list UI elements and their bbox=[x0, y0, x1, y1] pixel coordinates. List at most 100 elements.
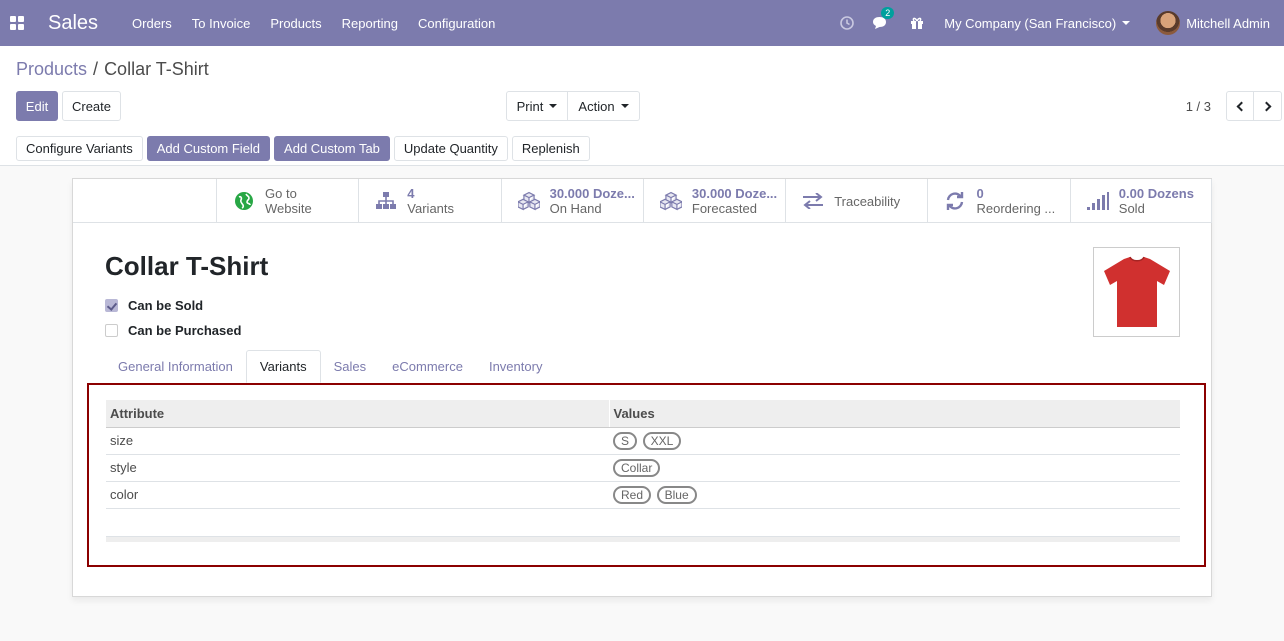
menu-orders[interactable]: Orders bbox=[132, 16, 172, 31]
form-header-buttons: Configure Variants Add Custom Field Add … bbox=[16, 136, 590, 161]
print-action-group: Print Action bbox=[506, 91, 640, 121]
menu-products[interactable]: Products bbox=[270, 16, 321, 31]
form-tabs: General Information Variants Sales eComm… bbox=[105, 350, 555, 383]
tshirt-image bbox=[1103, 256, 1170, 327]
exchange-icon bbox=[802, 190, 824, 212]
sold-value: 0.00 Dozens bbox=[1118, 186, 1194, 201]
table-row[interactable]: style Collar bbox=[106, 453, 1180, 481]
chevron-right-icon bbox=[1261, 101, 1271, 111]
action-dropdown-button[interactable]: Action bbox=[568, 91, 640, 121]
value-tag: Collar bbox=[613, 458, 661, 477]
menu-configuration[interactable]: Configuration bbox=[418, 16, 495, 31]
value-tag: XXL bbox=[642, 431, 682, 450]
value-tag: Blue bbox=[656, 485, 697, 504]
empty-cell bbox=[106, 507, 609, 535]
table-row[interactable]: size S XXL bbox=[106, 426, 1180, 454]
pager-value[interactable]: 1 / 3 bbox=[1186, 99, 1211, 114]
on-hand-smart-button[interactable]: 30.000 Doze... On Hand bbox=[500, 179, 643, 223]
gift-icon[interactable] bbox=[910, 16, 924, 30]
tab-variants[interactable]: Variants bbox=[245, 350, 321, 383]
table-footer bbox=[106, 536, 1180, 542]
chevron-down-icon bbox=[549, 104, 558, 108]
reordering-smart-button[interactable]: 0 Reordering ... bbox=[927, 179, 1069, 223]
tab-general-information[interactable]: General Information bbox=[105, 350, 246, 383]
product-checkboxes: Can be Sold Can be Purchased bbox=[105, 293, 241, 343]
app-name[interactable]: Sales bbox=[48, 12, 98, 35]
product-image[interactable] bbox=[1093, 247, 1180, 337]
activity-clock-icon[interactable] bbox=[840, 16, 855, 30]
attribute-cell: size bbox=[106, 426, 609, 454]
print-label: Print bbox=[516, 98, 544, 114]
traceability-smart-button[interactable]: Traceability bbox=[785, 179, 927, 223]
table-row[interactable]: color Red Blue bbox=[106, 480, 1180, 508]
menu-to-invoice[interactable]: To Invoice bbox=[192, 16, 251, 31]
values-cell: Collar bbox=[609, 453, 1180, 481]
attribute-column-header[interactable]: Attribute bbox=[106, 400, 609, 428]
sold-smart-button[interactable]: 0.00 Dozens Sold bbox=[1069, 179, 1213, 223]
globe-icon bbox=[233, 190, 255, 212]
tab-ecommerce[interactable]: eCommerce bbox=[379, 350, 476, 383]
forecasted-label: Forecasted bbox=[691, 201, 757, 216]
pager-previous-button[interactable] bbox=[1226, 91, 1254, 121]
refresh-icon bbox=[944, 190, 966, 212]
attribute-cell: style bbox=[106, 453, 609, 481]
empty-cell bbox=[609, 507, 1180, 535]
product-name: Collar T-Shirt bbox=[105, 251, 269, 281]
variants-tab-panel: Attribute Values size S XXL style Collar bbox=[87, 383, 1206, 567]
website-value: Go to bbox=[265, 186, 297, 201]
on-hand-label: On Hand bbox=[549, 201, 602, 216]
messages-icon[interactable]: 2 bbox=[872, 7, 895, 30]
print-dropdown-button[interactable]: Print bbox=[506, 91, 568, 121]
tab-inventory[interactable]: Inventory bbox=[476, 350, 555, 383]
on-hand-value: 30.000 Doze... bbox=[549, 186, 635, 201]
cubes-icon bbox=[659, 190, 682, 212]
control-panel: Products / Collar T-Shirt Edit Create Pr… bbox=[0, 46, 1284, 166]
pager-next-button[interactable] bbox=[1254, 91, 1282, 121]
forecasted-value: 30.000 Doze... bbox=[691, 186, 778, 201]
values-column-header[interactable]: Values bbox=[608, 400, 1180, 428]
variants-count: 4 bbox=[407, 186, 415, 201]
traceability-label: Traceability bbox=[834, 193, 901, 209]
variants-table: Attribute Values size S XXL style Collar bbox=[106, 400, 1180, 535]
replenish-button[interactable]: Replenish bbox=[511, 136, 590, 161]
can-be-purchased-label: Can be Purchased bbox=[128, 323, 242, 338]
avatar bbox=[1156, 11, 1181, 35]
user-name: Mitchell Admin bbox=[1186, 15, 1270, 31]
company-switcher[interactable]: My Company (San Francisco) bbox=[944, 15, 1131, 31]
apps-menu-icon[interactable] bbox=[10, 16, 24, 30]
value-tag: Red bbox=[613, 485, 652, 504]
create-button[interactable]: Create bbox=[62, 91, 121, 121]
smart-buttons: Go to Website 4 Variants 30.000 Doze... On … bbox=[216, 179, 1213, 223]
can-be-sold-checkbox[interactable] bbox=[105, 299, 118, 312]
pager-buttons bbox=[1226, 91, 1282, 121]
user-menu[interactable]: Mitchell Admin bbox=[1156, 11, 1270, 35]
website-smart-button[interactable]: Go to Website bbox=[216, 179, 358, 223]
values-cell: Red Blue bbox=[609, 480, 1180, 508]
messages-count-badge: 2 bbox=[881, 7, 895, 19]
sitemap-icon bbox=[375, 190, 397, 212]
breadcrumb-current: Collar T-Shirt bbox=[104, 59, 209, 79]
values-cell: S XXL bbox=[609, 426, 1180, 454]
update-quantity-button[interactable]: Update Quantity bbox=[393, 136, 508, 161]
can-be-purchased-checkbox[interactable] bbox=[105, 324, 118, 337]
forecasted-smart-button[interactable]: 30.000 Doze... Forecasted bbox=[642, 179, 785, 223]
variants-label: Variants bbox=[407, 201, 455, 216]
chevron-down-icon bbox=[620, 104, 629, 108]
breadcrumb: Products / Collar T-Shirt bbox=[16, 59, 209, 80]
breadcrumb-separator: / bbox=[93, 59, 99, 79]
cubes-icon bbox=[517, 190, 540, 212]
company-name: My Company (San Francisco) bbox=[944, 15, 1117, 31]
can-be-sold-row: Can be Sold bbox=[105, 293, 241, 318]
add-custom-field-button[interactable]: Add Custom Field bbox=[146, 136, 271, 161]
tab-sales[interactable]: Sales bbox=[321, 350, 380, 383]
empty-table-row bbox=[106, 507, 1180, 535]
variants-smart-button[interactable]: 4 Variants bbox=[358, 179, 500, 223]
attribute-cell: color bbox=[106, 480, 609, 508]
sold-label: Sold bbox=[1118, 201, 1145, 216]
breadcrumb-products-link[interactable]: Products bbox=[16, 59, 87, 80]
add-custom-tab-button[interactable]: Add Custom Tab bbox=[274, 136, 390, 161]
configure-variants-button[interactable]: Configure Variants bbox=[16, 136, 143, 161]
chevron-down-icon bbox=[1122, 21, 1131, 25]
menu-reporting[interactable]: Reporting bbox=[342, 16, 398, 31]
edit-button[interactable]: Edit bbox=[16, 91, 58, 121]
